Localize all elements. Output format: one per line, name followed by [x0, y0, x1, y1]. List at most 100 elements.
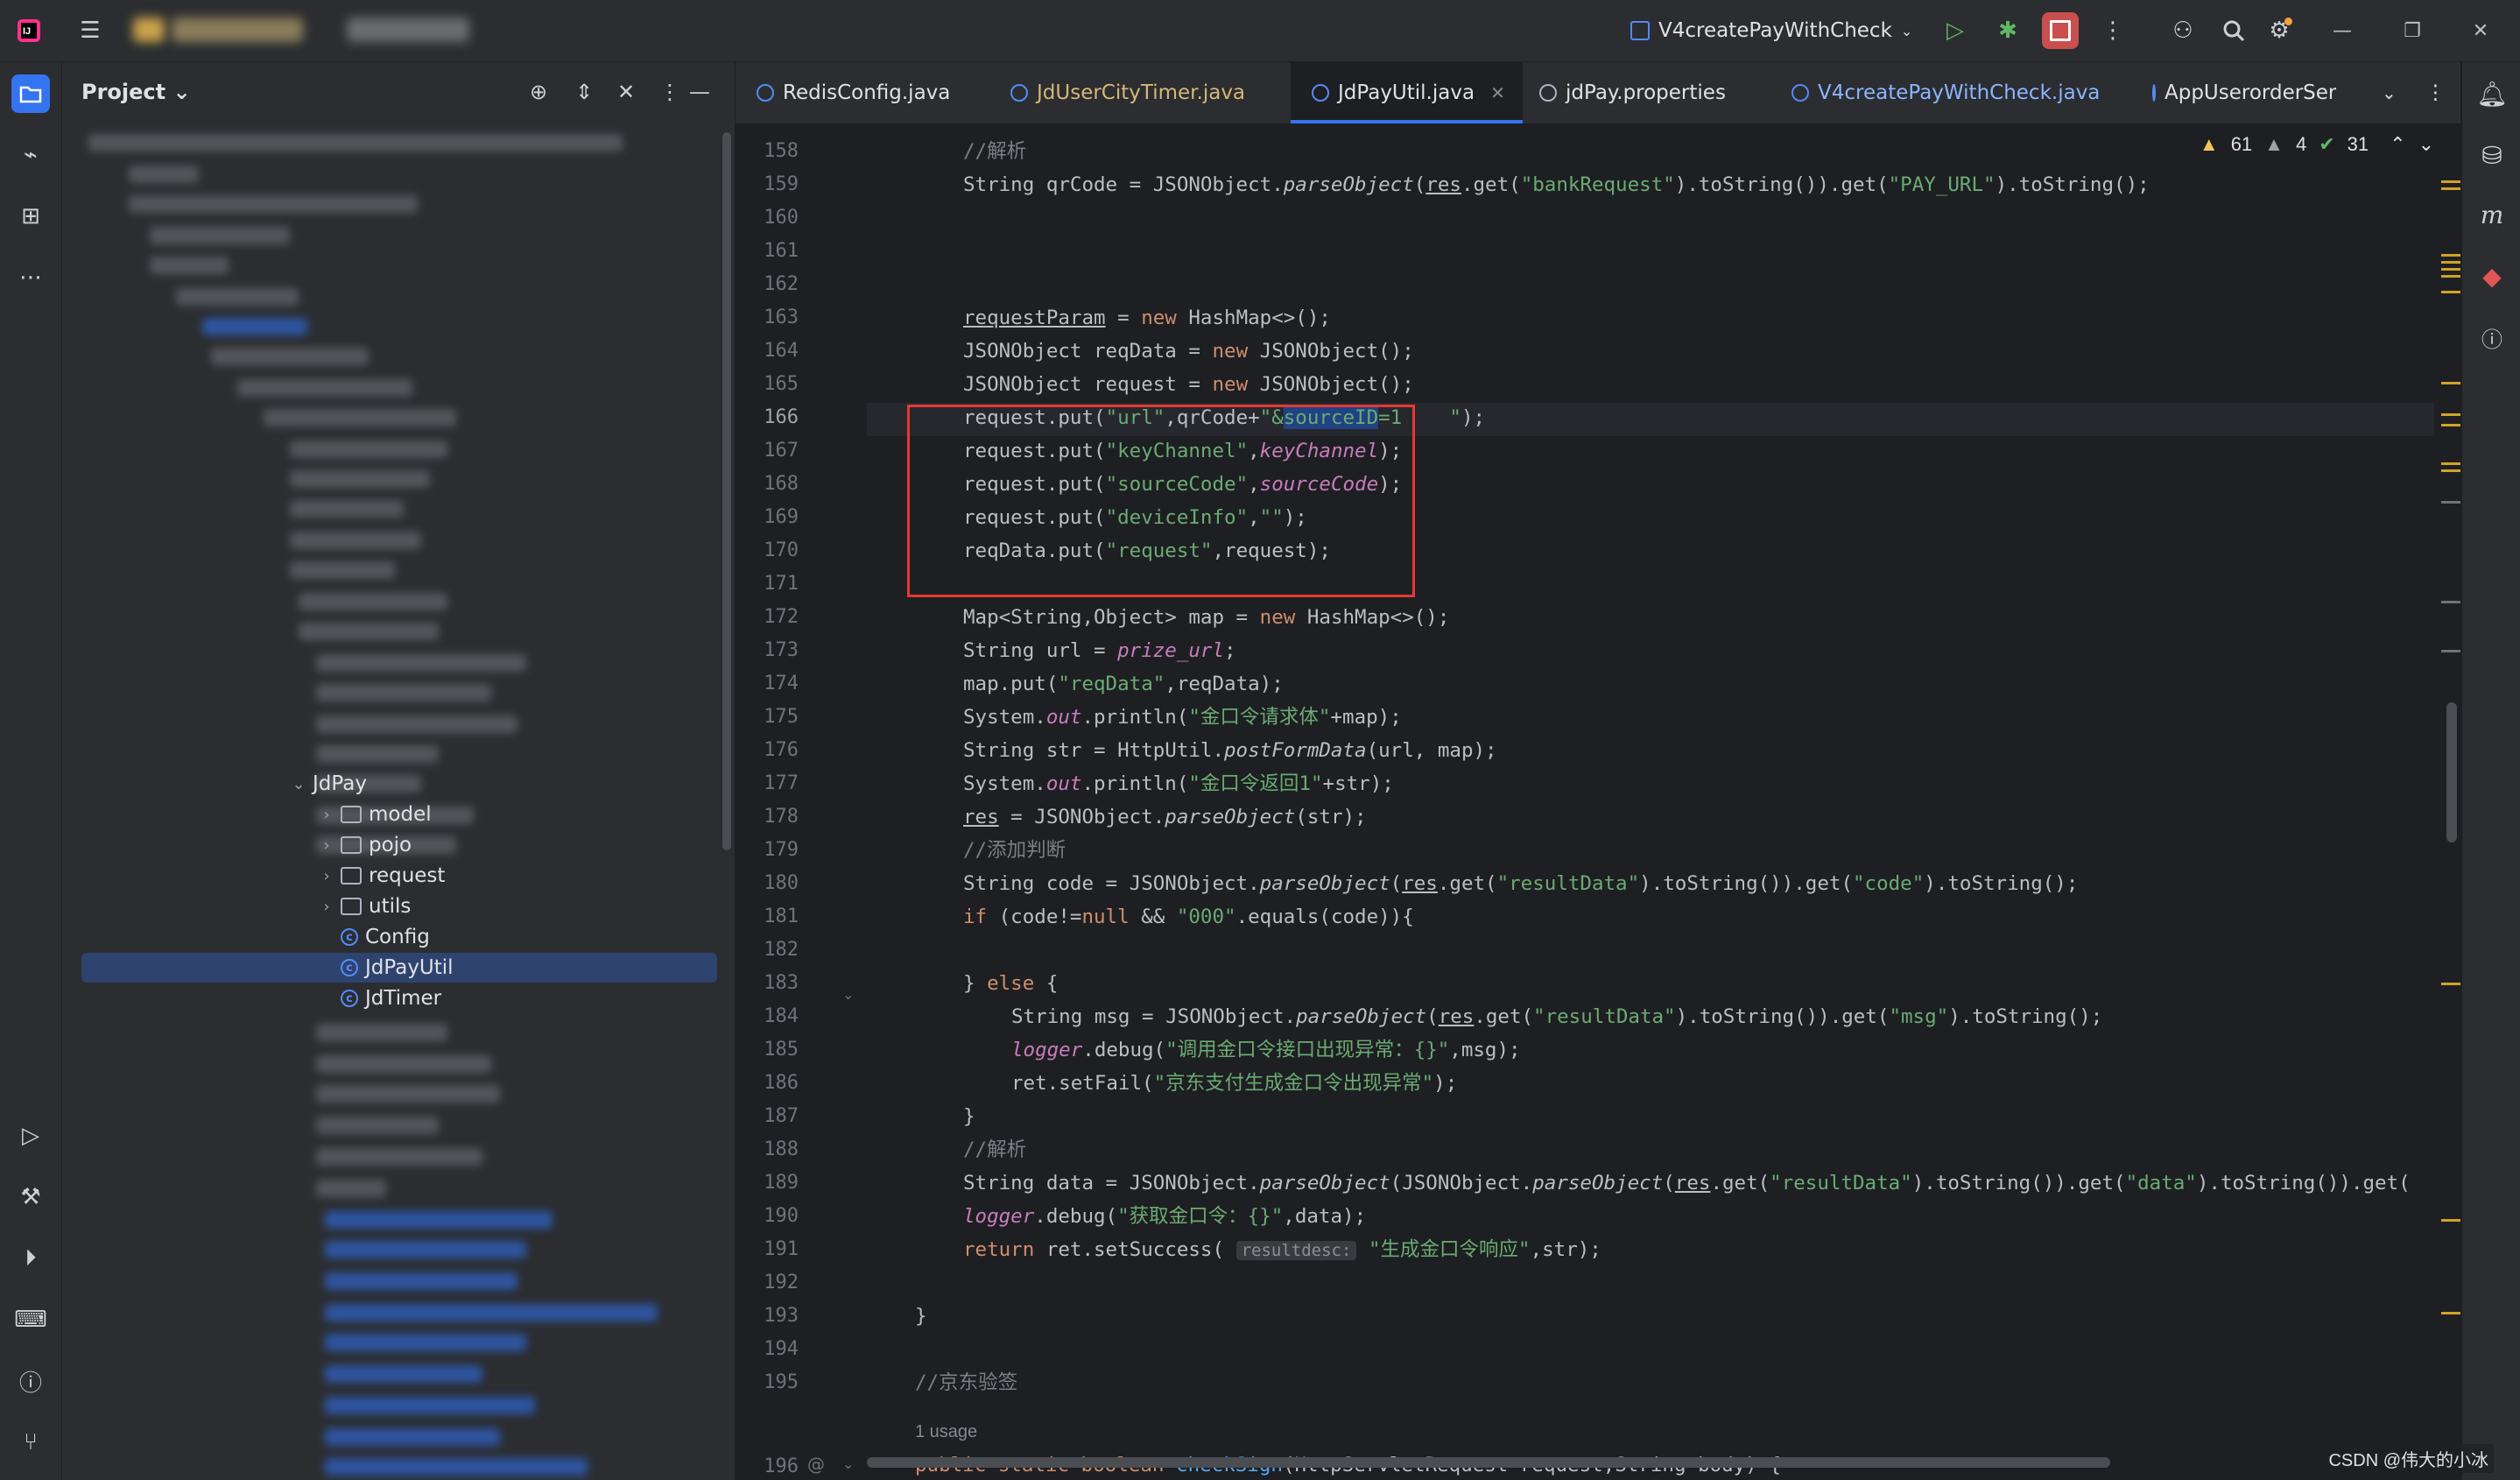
tree-row-blurred[interactable]	[316, 1117, 439, 1134]
warning-marker[interactable]	[2441, 180, 2460, 183]
tree-row-blurred[interactable]	[290, 532, 421, 549]
locate-icon[interactable]: ⊕	[530, 80, 547, 104]
tabs-dropdown-icon[interactable]: ⌄	[2382, 62, 2397, 123]
tree-row-blurred[interactable]	[290, 561, 395, 579]
project-name-blurred[interactable]	[133, 18, 165, 42]
tree-row-blurred[interactable]	[211, 348, 369, 365]
warning-marker[interactable]	[2441, 1312, 2460, 1314]
build-hammer-icon[interactable]: ⚒	[11, 1178, 50, 1216]
tree-row-blurred[interactable]	[202, 318, 307, 335]
tree-row-blurred[interactable]	[325, 1211, 553, 1229]
code-line[interactable]: }	[915, 1300, 927, 1333]
tree-item-pojo[interactable]: › pojo	[318, 830, 412, 860]
fold-icon[interactable]: ⌄	[842, 986, 854, 1003]
settings-icon[interactable]: ⚙	[2261, 12, 2298, 49]
expand-all-icon[interactable]: ⇕	[575, 80, 593, 104]
tab-jdusercitytimer[interactable]: JdUserCityTimer.java	[1010, 62, 1245, 123]
tab-v4createpaywithcheck[interactable]: V4createPayWithCheck.java	[1791, 62, 2100, 123]
code-line[interactable]: Map<String,Object> map = new HashMap<>()…	[963, 601, 1449, 634]
vcs-branch-blurred[interactable]	[347, 18, 469, 42]
inspection-widget[interactable]: ▲ 61 ▲ 4 ✔ 31 ⌃ ⌄	[2200, 133, 2434, 156]
tree-row-blurred[interactable]	[290, 470, 430, 488]
tree-row-blurred[interactable]	[316, 1024, 447, 1041]
tree-row-blurred[interactable]	[290, 500, 404, 518]
warning-marker[interactable]	[2441, 1219, 2460, 1222]
code-line[interactable]: //解析	[963, 1133, 1026, 1166]
info-icon[interactable]: ⓘ	[2473, 318, 2511, 356]
tree-item-request[interactable]: › request	[318, 861, 445, 891]
code-line[interactable]: //京东验签	[915, 1366, 1017, 1399]
code-line[interactable]: requestParam = new HashMap<>();	[963, 301, 1331, 335]
tree-row-blurred[interactable]	[325, 1304, 658, 1321]
tree-row-blurred[interactable]	[150, 227, 290, 244]
project-view-selector[interactable]: Project ⌄	[81, 80, 191, 104]
project-name-blurred[interactable]	[172, 18, 303, 42]
editor-vertical-scrollbar[interactable]	[2446, 702, 2457, 842]
tree-row-blurred[interactable]	[325, 1272, 517, 1290]
search-icon[interactable]	[2215, 12, 2252, 49]
warning-marker[interactable]	[2441, 469, 2460, 472]
warning-marker[interactable]	[2441, 291, 2460, 293]
minimize-icon[interactable]: —	[2324, 12, 2361, 49]
previous-highlight-icon[interactable]: ⌃	[2390, 133, 2405, 156]
warning-marker[interactable]	[2441, 462, 2460, 465]
tree-row-blurred[interactable]	[264, 409, 456, 426]
tree-item-utils[interactable]: › utils	[318, 892, 411, 921]
main-menu-icon[interactable]: ☰	[72, 12, 109, 49]
more-tools-icon[interactable]: ⋯	[11, 258, 50, 297]
code-line[interactable]: if (code!=null && "000".equals(code)){	[963, 900, 1414, 934]
close-icon[interactable]: ✕	[2462, 12, 2499, 49]
tree-row-blurred[interactable]	[129, 166, 199, 183]
notifications-bell-icon[interactable]: 🔔︎	[2473, 74, 2511, 113]
database-icon[interactable]: ⛁	[2473, 136, 2511, 174]
code-line[interactable]: map.put("reqData",reqData);	[963, 667, 1284, 701]
tree-item-jdtimer[interactable]: c JdTimer	[335, 983, 441, 1013]
tabs-more-icon[interactable]: ⋮	[2425, 62, 2446, 123]
tree-row-blurred[interactable]	[325, 1365, 482, 1383]
run-icon[interactable]: ▷	[1937, 12, 1974, 49]
tree-row-blurred[interactable]	[316, 1180, 386, 1197]
code-line[interactable]: System.out.println("金口令返回1"+str);	[963, 767, 1394, 800]
add-user-icon[interactable]: ⚇	[2165, 12, 2201, 49]
close-tab-icon[interactable]: ✕	[1490, 82, 1505, 103]
tree-row-blurred[interactable]	[176, 288, 299, 306]
tree-row-blurred[interactable]	[290, 440, 447, 458]
info-marker[interactable]	[2441, 501, 2460, 504]
warning-marker[interactable]	[2441, 268, 2460, 271]
tree-row-blurred[interactable]	[325, 1334, 526, 1351]
code-line[interactable]: logger.debug("调用金口令接口出现异常：{}",msg);	[1011, 1033, 1521, 1067]
code-line[interactable]: logger.debug("获取金口令：{}",data);	[963, 1200, 1366, 1233]
stop-icon[interactable]	[2042, 12, 2079, 49]
tree-item-jdpay[interactable]: ⌄ JdPay	[290, 769, 366, 799]
ide-logo-icon[interactable]: IJ	[11, 12, 47, 49]
project-folder-icon[interactable]	[11, 74, 50, 113]
services-icon[interactable]: ⏵	[11, 1239, 50, 1278]
info-marker[interactable]	[2441, 650, 2460, 652]
editor-horizontal-scrollbar[interactable]	[867, 1457, 2110, 1468]
debug-icon[interactable]: ✱	[1989, 12, 2026, 49]
more-icon[interactable]: ⋮	[2094, 12, 2131, 49]
code-line[interactable]: System.out.println("金口令请求体"+map);	[963, 701, 1402, 734]
tab-jdpay-properties[interactable]: jdPay.properties	[1539, 62, 1726, 123]
collapse-all-icon[interactable]: ✕	[617, 80, 635, 104]
tree-item-model[interactable]: › model	[318, 800, 431, 829]
tree-row-blurred[interactable]	[325, 1241, 526, 1258]
code-line[interactable]: }	[963, 1100, 975, 1133]
tree-row-blurred[interactable]	[316, 1085, 500, 1103]
code-line[interactable]: String url = prize_url;	[963, 634, 1236, 667]
tree-row-blurred[interactable]	[325, 1428, 500, 1446]
code-line[interactable]: //解析	[963, 135, 1026, 168]
info-marker[interactable]	[2441, 601, 2460, 603]
usage-hint[interactable]: 1 usage	[915, 1422, 977, 1442]
implementation-marker-icon[interactable]: @	[807, 1454, 825, 1475]
tree-row-blurred[interactable]	[316, 715, 517, 733]
next-highlight-icon[interactable]: ⌄	[2418, 133, 2434, 156]
tree-row-blurred[interactable]	[316, 745, 439, 763]
hide-panel-icon[interactable]: —	[689, 80, 710, 104]
code-editor[interactable]: ▲ 61 ▲ 4 ✔ 31 ⌃ ⌄ 158 159 160 161 162 163 1…	[736, 124, 2460, 1480]
code-line[interactable]: res = JSONObject.parseObject(str);	[963, 800, 1367, 834]
tab-redisconfig[interactable]: RedisConfig.java	[757, 62, 950, 123]
code-line[interactable]: } else {	[963, 967, 1058, 1000]
code-line[interactable]: JSONObject request = new JSONObject();	[963, 368, 1414, 401]
tree-row-blurred[interactable]	[150, 257, 229, 274]
